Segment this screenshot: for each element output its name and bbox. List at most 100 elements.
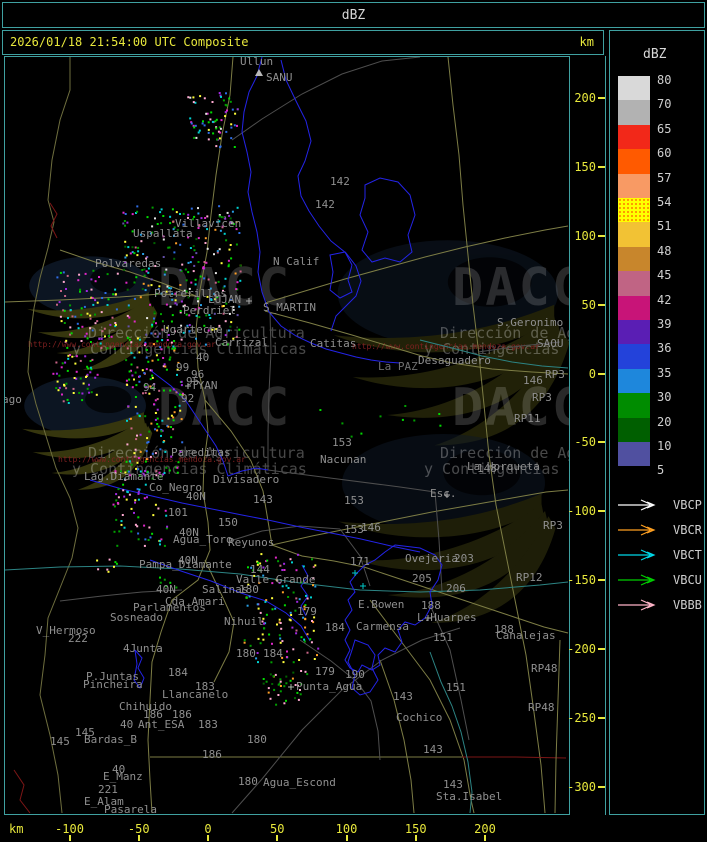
map-label: 143 <box>393 690 413 703</box>
radar-echo <box>169 215 172 218</box>
radar-echo <box>166 525 169 528</box>
radar-echo <box>193 136 196 139</box>
radar-echo <box>58 301 61 304</box>
radar-echo <box>203 277 206 280</box>
radar-echo <box>170 341 173 344</box>
radar-echo <box>118 530 121 533</box>
radar-echo <box>96 373 99 376</box>
radar-echo <box>98 337 101 340</box>
radar-echo <box>104 292 107 294</box>
radar-echo <box>175 211 178 214</box>
radar-echo <box>159 211 162 214</box>
radar-echo <box>229 244 232 246</box>
radar-echo <box>143 274 146 277</box>
radar-echo <box>292 648 295 651</box>
radar-echo <box>295 629 298 632</box>
radar-echo <box>61 362 64 365</box>
vector-label: VBCU <box>673 573 702 587</box>
radar-echo <box>117 488 120 491</box>
right-axis-label: -200 <box>567 642 596 656</box>
map-label: Ovejeria <box>405 552 458 565</box>
radar-echo <box>89 327 92 330</box>
radar-echo <box>122 222 125 225</box>
radar-echo <box>151 376 154 379</box>
radar-echo <box>114 293 117 296</box>
radar-echo <box>204 237 207 240</box>
map-line <box>299 639 381 761</box>
radar-echo <box>128 378 131 381</box>
map-label: 143 <box>253 493 273 506</box>
radar-echo <box>100 347 103 349</box>
radar-echo <box>313 658 316 660</box>
radar-echo <box>211 120 214 123</box>
radar-echo <box>141 288 144 291</box>
radar-echo <box>149 455 152 458</box>
station-plus-marker-cyan <box>352 570 358 576</box>
map-label: 99 <box>176 361 189 374</box>
radar-echo <box>220 262 223 265</box>
radar-echo <box>163 544 166 547</box>
radar-echo <box>230 321 233 324</box>
right-axis-tick <box>598 165 605 168</box>
radar-echo <box>69 309 72 312</box>
radar-echo <box>127 246 130 249</box>
dbz-swatch-39 <box>618 320 650 345</box>
radar-echo <box>310 596 312 599</box>
radar-echo <box>189 247 192 249</box>
radar-echo <box>80 313 83 316</box>
radar-echo <box>146 216 149 219</box>
radar-echo <box>169 222 172 225</box>
radar-echo <box>360 432 363 435</box>
radar-echo <box>187 261 190 264</box>
dbz-scale-label: 35 <box>657 365 672 380</box>
radar-echo <box>154 217 156 220</box>
radar-echo <box>230 137 233 140</box>
radar-echo <box>55 361 58 364</box>
radar-echo <box>145 458 148 461</box>
radar-echo <box>206 247 209 250</box>
radar-echo <box>189 96 192 99</box>
radar-echo <box>88 391 91 394</box>
right-axis-tick <box>598 372 605 375</box>
radar-echo <box>262 682 265 685</box>
radar-echo <box>235 288 238 291</box>
radar-echo <box>259 642 262 645</box>
radar-echo <box>229 100 232 103</box>
radar-echo <box>281 569 284 571</box>
radar-echo <box>223 232 226 235</box>
radar-echo <box>66 346 69 349</box>
radar-echo <box>304 626 307 629</box>
radar-echo <box>136 205 139 208</box>
radar-echo <box>120 523 123 526</box>
radar-echo <box>203 124 206 127</box>
radar-echo <box>137 492 140 495</box>
radar-echo <box>214 281 217 284</box>
radar-echo <box>110 335 113 338</box>
radar-echo <box>225 92 227 95</box>
radar-echo <box>81 392 84 395</box>
radar-echo <box>133 320 136 323</box>
radar-echo <box>141 369 144 372</box>
radar-echo <box>236 206 239 209</box>
map-label: 222 <box>68 632 88 645</box>
radar-echo <box>285 675 288 678</box>
radar-echo <box>267 691 270 694</box>
radar-echo <box>163 273 166 276</box>
radar-echo <box>167 246 170 249</box>
radar-echo <box>151 323 154 326</box>
radar-echo <box>70 332 73 335</box>
radar-echo <box>163 363 166 366</box>
radar-echo <box>224 115 227 118</box>
radar-echo <box>413 419 416 422</box>
radar-echo <box>81 325 84 328</box>
map-label: 40 <box>196 351 209 364</box>
radar-echo <box>112 503 115 506</box>
radar-echo <box>199 275 202 278</box>
radar-echo <box>75 370 78 373</box>
radar-echo <box>67 402 70 404</box>
map-label: Pareditas <box>171 446 231 459</box>
map-label: Uspallata <box>133 227 193 240</box>
radar-echo <box>257 637 260 640</box>
radar-echo <box>319 409 322 411</box>
radar-echo <box>77 279 80 282</box>
